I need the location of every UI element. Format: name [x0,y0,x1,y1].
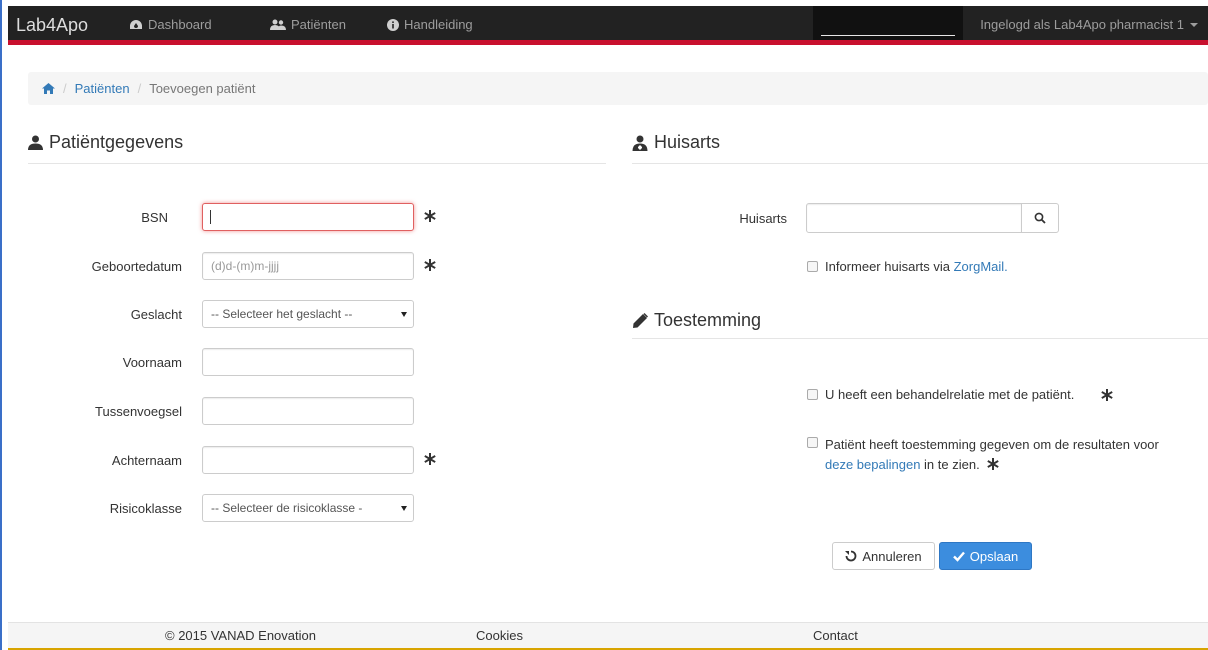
divider [632,338,1208,339]
required-asterisk-icon [424,210,436,222]
brand-logo[interactable]: Lab4Apo [16,15,88,36]
gp-label: Huisarts [739,211,787,226]
gender-select[interactable]: -- Selecteer het geslacht -- [202,300,414,328]
risk-select-value: -- Selecteer de risicoklasse - [211,501,363,515]
dropdown-arrow-icon [401,312,407,317]
consent-section-title: Toestemming [632,310,761,331]
patient-consent-checkbox[interactable] [807,437,818,448]
save-button[interactable]: Opslaan [939,542,1032,570]
required-asterisk-icon [1101,389,1113,401]
firstname-input[interactable] [202,348,414,376]
determinations-link[interactable]: deze bepalingen [825,457,920,472]
breadcrumb-separator: / [137,81,142,96]
nav-dashboard-label: Dashboard [148,17,212,32]
dob-input[interactable] [202,252,414,280]
footer-cookies-link[interactable]: Cookies [476,628,523,643]
cancel-button[interactable]: Annuleren [832,542,935,570]
gp-section-title: Huisarts [632,132,720,153]
firstname-label: Voornaam [122,355,182,370]
zorgmail-link[interactable]: ZorgMail. [954,259,1008,274]
user-md-icon [632,135,648,151]
nav-dashboard[interactable]: Dashboard [129,17,212,32]
bsn-input[interactable] [202,203,414,231]
user-menu-label: Ingelogd als Lab4Apo pharmacist 1 [980,17,1184,32]
patient-section-title: Patiëntgegevens [28,132,183,153]
gp-section-title-text: Huisarts [654,132,721,152]
footer-copyright: © 2015 VANAD Enovation [165,628,316,643]
pencil-icon [633,312,648,328]
patient-section-title-text: Patiëntgegevens [49,132,184,152]
dropdown-arrow-icon [401,506,407,511]
required-asterisk-icon [987,458,1000,470]
user-icon [28,135,43,150]
info-circle-icon [387,18,399,31]
gp-search-button[interactable] [1021,203,1059,233]
gender-label: Geslacht [130,307,182,322]
home-icon[interactable] [42,83,55,94]
infix-input[interactable] [202,397,414,425]
infix-label: Tussenvoegsel [95,404,182,419]
nav-patients[interactable]: Patiënten [270,17,346,32]
breadcrumb-separator: / [63,81,67,96]
treatment-relation-checkbox[interactable] [807,389,818,400]
text-cursor [210,210,211,224]
risk-select[interactable]: -- Selecteer de risicoklasse - [202,494,414,522]
breadcrumb-current: Toevoegen patiënt [149,81,256,96]
risk-label: Risicoklasse [109,501,182,516]
footer: © 2015 VANAD Enovation Cookies Contact [8,622,1208,650]
nav-manual[interactable]: Handleiding [387,17,473,32]
lastname-label: Achternaam [111,453,182,468]
cancel-button-label: Annuleren [862,548,922,564]
inform-gp-label: Informeer huisarts via ZorgMail. [825,259,1008,274]
lastname-input[interactable] [202,446,414,474]
gender-select-value: -- Selecteer het geslacht -- [211,307,353,321]
breadcrumb-patients-link[interactable]: Patiënten [75,81,130,96]
footer-contact-link[interactable]: Contact [813,628,858,643]
nav-patients-label: Patiënten [291,17,346,32]
patient-consent-label: Patiënt heeft toestemming gegeven om de … [825,435,1195,475]
gp-search-input[interactable] [806,203,1022,233]
treatment-relation-label: U heeft een behandelrelatie met de patië… [825,387,1075,402]
save-button-label: Opslaan [969,548,1019,564]
caret-down-icon [1190,22,1198,27]
inform-gp-text: Informeer huisarts via [825,259,954,274]
patient-consent-text-end: in te zien. [920,457,980,472]
required-asterisk-icon [424,453,436,465]
users-icon [270,19,286,30]
required-asterisk-icon [424,259,436,271]
patient-consent-text: Patiënt heeft toestemming gegeven om de … [825,437,1159,452]
divider [28,163,606,164]
bsn-label: BSN [141,210,168,225]
undo-icon [845,550,857,562]
navbar-search-field[interactable] [813,6,963,40]
dashboard-icon [130,19,142,29]
checkmark-icon [952,551,965,562]
top-navbar: Lab4Apo Dashboard Patiënten Handleiding … [8,6,1208,45]
dob-label: Geboortedatum [91,259,182,274]
consent-section-title-text: Toestemming [654,310,762,330]
search-icon [1034,212,1046,224]
breadcrumb: / Patiënten / Toevoegen patiënt [28,72,1208,105]
inform-gp-checkbox[interactable] [807,261,818,272]
user-menu[interactable]: Ingelogd als Lab4Apo pharmacist 1 [980,17,1198,32]
nav-manual-label: Handleiding [404,17,473,32]
divider [632,163,1208,164]
